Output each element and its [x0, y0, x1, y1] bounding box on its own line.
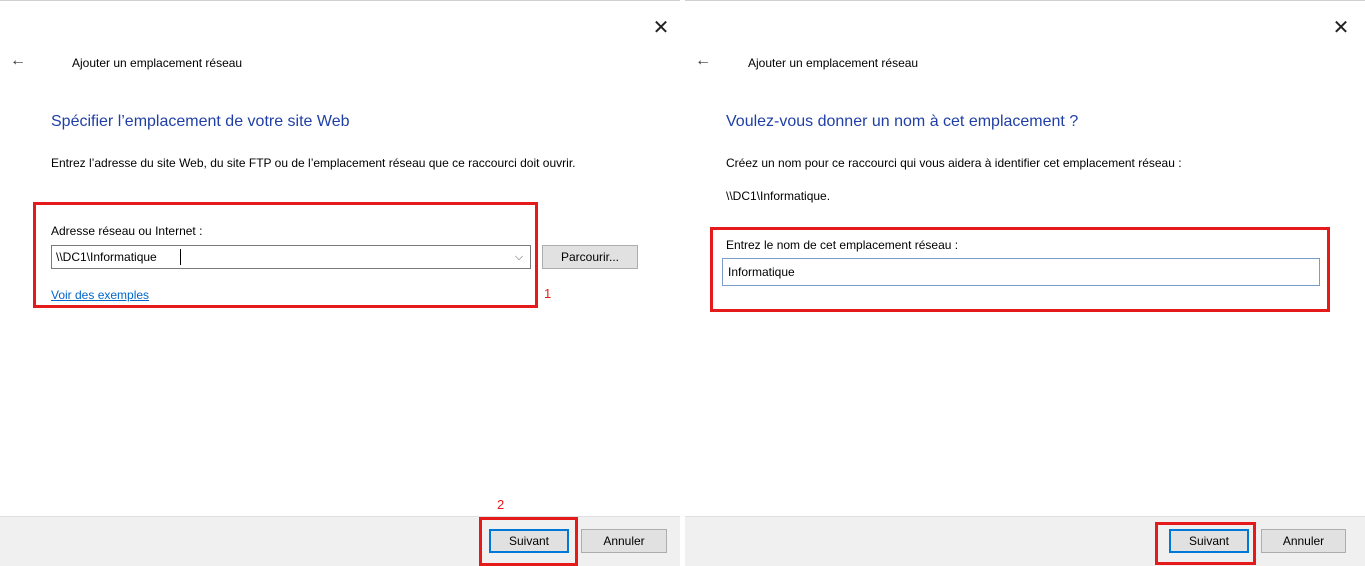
annotation-number-1: 1: [544, 286, 552, 301]
page-description: Créez un nom pour ce raccourci qui vous …: [726, 156, 1182, 170]
close-icon[interactable]: ✕: [650, 17, 672, 39]
network-path: \\DC1\Informatique.: [726, 189, 831, 203]
page-heading: Spécifier l’emplacement de votre site We…: [51, 113, 350, 130]
cancel-button[interactable]: Annuler: [1261, 529, 1346, 553]
annotation-box-2: [479, 517, 578, 566]
cancel-button[interactable]: Annuler: [581, 529, 667, 553]
wizard-footer: Suivant Annuler: [0, 516, 680, 566]
wizard-footer: Suivant Annuler: [685, 516, 1365, 566]
wizard-title: Ajouter un emplacement réseau: [72, 56, 243, 70]
left-wizard-window: ✕ ← Ajouter un emplacement réseau Spécif…: [0, 0, 680, 566]
page-heading: Voulez-vous donner un nom à cet emplacem…: [726, 113, 1079, 130]
wizard-title: Ajouter un emplacement réseau: [748, 56, 919, 70]
annotation-box-1: [33, 202, 538, 308]
page-description: Entrez l’adresse du site Web, du site FT…: [51, 156, 576, 170]
close-icon[interactable]: ✕: [1330, 17, 1352, 39]
browse-button[interactable]: Parcourir...: [542, 245, 638, 269]
annotation-number-2: 2: [497, 497, 505, 512]
annotation-box-next: [1155, 522, 1256, 565]
back-arrow-icon[interactable]: ←: [10, 51, 30, 71]
back-arrow-icon[interactable]: ←: [695, 51, 715, 71]
annotation-box-name: [710, 227, 1330, 312]
